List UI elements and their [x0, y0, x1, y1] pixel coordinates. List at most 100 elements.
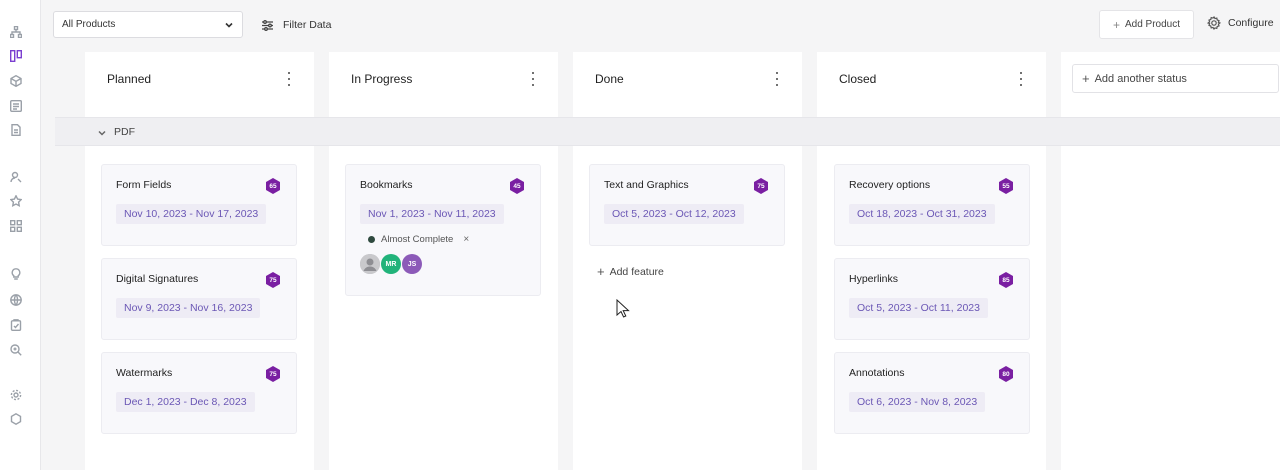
document-icon[interactable]: [10, 124, 22, 136]
list-icon[interactable]: [10, 100, 22, 112]
score-value: 85: [1002, 276, 1010, 284]
chevron-down-icon[interactable]: [97, 127, 107, 137]
date-range: Nov 9, 2023 - Nov 16, 2023: [116, 298, 261, 318]
plus-icon: +: [1112, 17, 1120, 32]
score-badge: 80: [997, 365, 1015, 383]
card-title: Bookmarks: [360, 179, 413, 191]
sliders-icon: [262, 19, 273, 31]
avatar[interactable]: MR: [381, 254, 401, 274]
filter-data-label: Filter Data: [283, 19, 332, 31]
score-value: 75: [269, 276, 277, 284]
feature-card[interactable]: Hyperlinks 85 Oct 5, 2023 - Oct 11, 2023: [834, 258, 1030, 340]
score-value: 80: [1002, 370, 1010, 378]
feature-card[interactable]: Watermarks 75 Dec 1, 2023 - Dec 8, 2023: [101, 352, 297, 434]
date-range: Dec 1, 2023 - Dec 8, 2023: [116, 392, 255, 412]
card-title: Annotations: [849, 367, 905, 379]
status-dot: [368, 236, 375, 243]
assignee-list: MR JS: [360, 254, 422, 274]
score-value: 75: [269, 370, 277, 378]
mouse-cursor-icon: [616, 298, 630, 319]
add-status-label: Add another status: [1094, 72, 1187, 85]
card-title: Form Fields: [116, 179, 172, 191]
date-range: Oct 5, 2023 - Oct 11, 2023: [849, 298, 988, 318]
gear-icon: [1207, 16, 1221, 30]
side-rail: [0, 0, 41, 470]
plus-icon: +: [1082, 71, 1090, 86]
grid-icon[interactable]: [10, 220, 22, 232]
score-value: 65: [269, 182, 277, 190]
plus-icon: +: [597, 264, 605, 279]
settings-icon[interactable]: [10, 389, 22, 401]
hierarchy-icon[interactable]: [10, 26, 22, 38]
user-search-icon[interactable]: [10, 171, 22, 183]
avatar[interactable]: JS: [402, 254, 422, 274]
score-badge: 75: [752, 177, 770, 195]
add-feature-button[interactable]: + Add feature: [597, 264, 664, 279]
chevron-down-icon: [224, 20, 234, 30]
configure-button[interactable]: Configure: [1207, 16, 1274, 30]
board-icon[interactable]: [10, 50, 22, 62]
column-title: Closed: [839, 72, 877, 86]
feature-card[interactable]: Digital Signatures 75 Nov 9, 2023 - Nov …: [101, 258, 297, 340]
score-value: 45: [513, 182, 521, 190]
avatar[interactable]: [360, 254, 380, 274]
feature-card[interactable]: Bookmarks 45 Nov 1, 2023 - Nov 11, 2023 …: [345, 164, 541, 296]
card-title: Hyperlinks: [849, 273, 899, 285]
product-select[interactable]: All Products: [53, 11, 243, 38]
card-title: Digital Signatures: [116, 273, 199, 285]
more-vertical-icon[interactable]: [530, 72, 536, 86]
score-badge: 45: [508, 177, 526, 195]
score-badge: 75: [264, 271, 282, 289]
score-badge: 65: [264, 177, 282, 195]
column-header: In Progress: [329, 52, 558, 116]
date-range: Oct 5, 2023 - Oct 12, 2023: [604, 204, 744, 224]
group-label: PDF: [114, 126, 135, 138]
close-icon[interactable]: ×: [463, 234, 469, 245]
hexagon-icon[interactable]: [10, 413, 22, 425]
more-vertical-icon[interactable]: [286, 72, 292, 86]
column-header: Planned: [85, 52, 314, 116]
feature-card[interactable]: Text and Graphics 75 Oct 5, 2023 - Oct 1…: [589, 164, 785, 246]
product-select-value: All Products: [62, 19, 116, 30]
card-title: Recovery options: [849, 179, 931, 191]
date-range: Nov 1, 2023 - Nov 11, 2023: [360, 204, 504, 224]
card-title: Text and Graphics: [604, 179, 689, 191]
search-zoom-icon[interactable]: [10, 344, 22, 356]
score-value: 75: [757, 182, 765, 190]
column-title: In Progress: [351, 72, 413, 86]
configure-label: Configure: [1228, 17, 1274, 29]
score-badge: 75: [264, 365, 282, 383]
top-bar: All Products Filter Data + Add Product C…: [41, 0, 1280, 50]
add-product-label: Add Product: [1124, 19, 1181, 30]
column-title: Planned: [107, 72, 152, 86]
feature-card[interactable]: Form Fields 65 Nov 10, 2023 - Nov 17, 20…: [101, 164, 297, 246]
feature-card[interactable]: Recovery options 55 Oct 18, 2023 - Oct 3…: [834, 164, 1030, 246]
column-add-status: [1061, 52, 1280, 470]
filter-data-button[interactable]: Filter Data: [261, 16, 331, 34]
date-range: Oct 18, 2023 - Oct 31, 2023: [849, 204, 995, 224]
column-header: Done: [573, 52, 802, 116]
clipboard-icon[interactable]: [10, 319, 22, 331]
score-badge: 55: [997, 177, 1015, 195]
group-row-pdf[interactable]: PDF: [55, 117, 1280, 146]
column-header: Closed: [817, 52, 1046, 116]
add-product-button[interactable]: + Add Product: [1099, 10, 1194, 39]
date-range: Oct 6, 2023 - Nov 8, 2023: [849, 392, 986, 412]
status-label: Almost Complete: [381, 234, 454, 245]
add-status-button[interactable]: + Add another status: [1072, 64, 1279, 93]
column-done: Done: [573, 52, 802, 470]
feature-card[interactable]: Annotations 80 Oct 6, 2023 - Nov 8, 2023: [834, 352, 1030, 434]
globe-icon[interactable]: [10, 294, 22, 306]
score-value: 55: [1002, 182, 1010, 190]
card-title: Watermarks: [116, 367, 173, 379]
add-feature-label: Add feature: [609, 265, 664, 278]
more-vertical-icon[interactable]: [1018, 72, 1024, 86]
score-badge: 85: [997, 271, 1015, 289]
column-title: Done: [595, 72, 624, 86]
cube-icon[interactable]: [10, 75, 22, 87]
lightbulb-icon[interactable]: [10, 268, 22, 280]
star-icon[interactable]: [10, 195, 22, 207]
status-chip[interactable]: Almost Complete ×: [368, 234, 469, 245]
more-vertical-icon[interactable]: [774, 72, 780, 86]
date-range: Nov 10, 2023 - Nov 17, 2023: [116, 204, 267, 224]
